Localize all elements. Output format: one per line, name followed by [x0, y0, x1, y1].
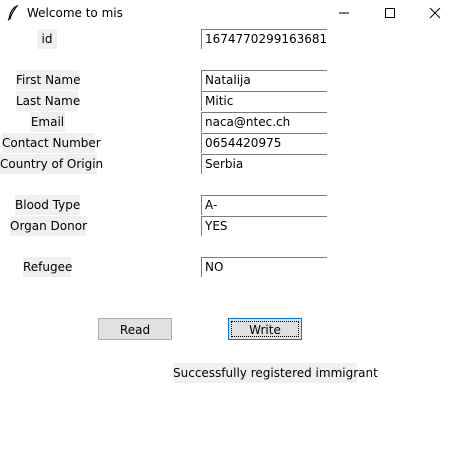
contact-number-input[interactable]	[202, 134, 327, 153]
country-of-origin-label: Country of Origin	[0, 154, 103, 174]
read-button[interactable]: Read	[98, 318, 172, 340]
title-bar: Welcome to mis	[0, 0, 452, 26]
status-message: Successfully registered immigrant	[173, 363, 378, 383]
contact-number-field[interactable]	[201, 133, 327, 153]
first-name-input[interactable]	[202, 71, 327, 90]
first-name-field[interactable]	[201, 70, 327, 90]
window-title: Welcome to mis	[27, 6, 123, 20]
write-button[interactable]: Write	[228, 318, 302, 340]
minimize-icon	[339, 12, 349, 14]
last-name-label: Last Name	[16, 91, 80, 111]
organ-donor-input[interactable]	[202, 217, 327, 236]
last-name-field[interactable]	[201, 91, 327, 111]
close-icon	[429, 7, 441, 19]
country-field[interactable]	[201, 154, 327, 174]
blood-type-label: Blood Type	[15, 195, 80, 215]
id-label: id	[37, 29, 57, 49]
feather-icon	[7, 4, 19, 21]
first-name-label: First Name	[16, 70, 80, 90]
organ-donor-field[interactable]	[201, 216, 327, 236]
last-name-input[interactable]	[202, 92, 327, 111]
maximize-icon	[385, 8, 395, 18]
refugee-label: Refugee	[23, 257, 72, 277]
maximize-button[interactable]	[367, 0, 413, 26]
id-field[interactable]	[201, 29, 327, 49]
refugee-field[interactable]	[201, 257, 327, 277]
blood-type-field[interactable]	[201, 195, 327, 215]
refugee-input[interactable]	[202, 258, 327, 277]
minimize-button[interactable]	[321, 0, 367, 26]
email-input[interactable]	[202, 113, 327, 132]
email-field[interactable]	[201, 112, 327, 132]
close-button[interactable]	[412, 0, 452, 26]
organ-donor-label: Organ Donor	[10, 216, 87, 236]
country-input[interactable]	[202, 155, 327, 174]
blood-type-input[interactable]	[202, 196, 327, 215]
email-label: Email	[30, 112, 65, 132]
id-input[interactable]	[202, 30, 327, 49]
contact-number-label: Contact Number	[2, 133, 101, 153]
